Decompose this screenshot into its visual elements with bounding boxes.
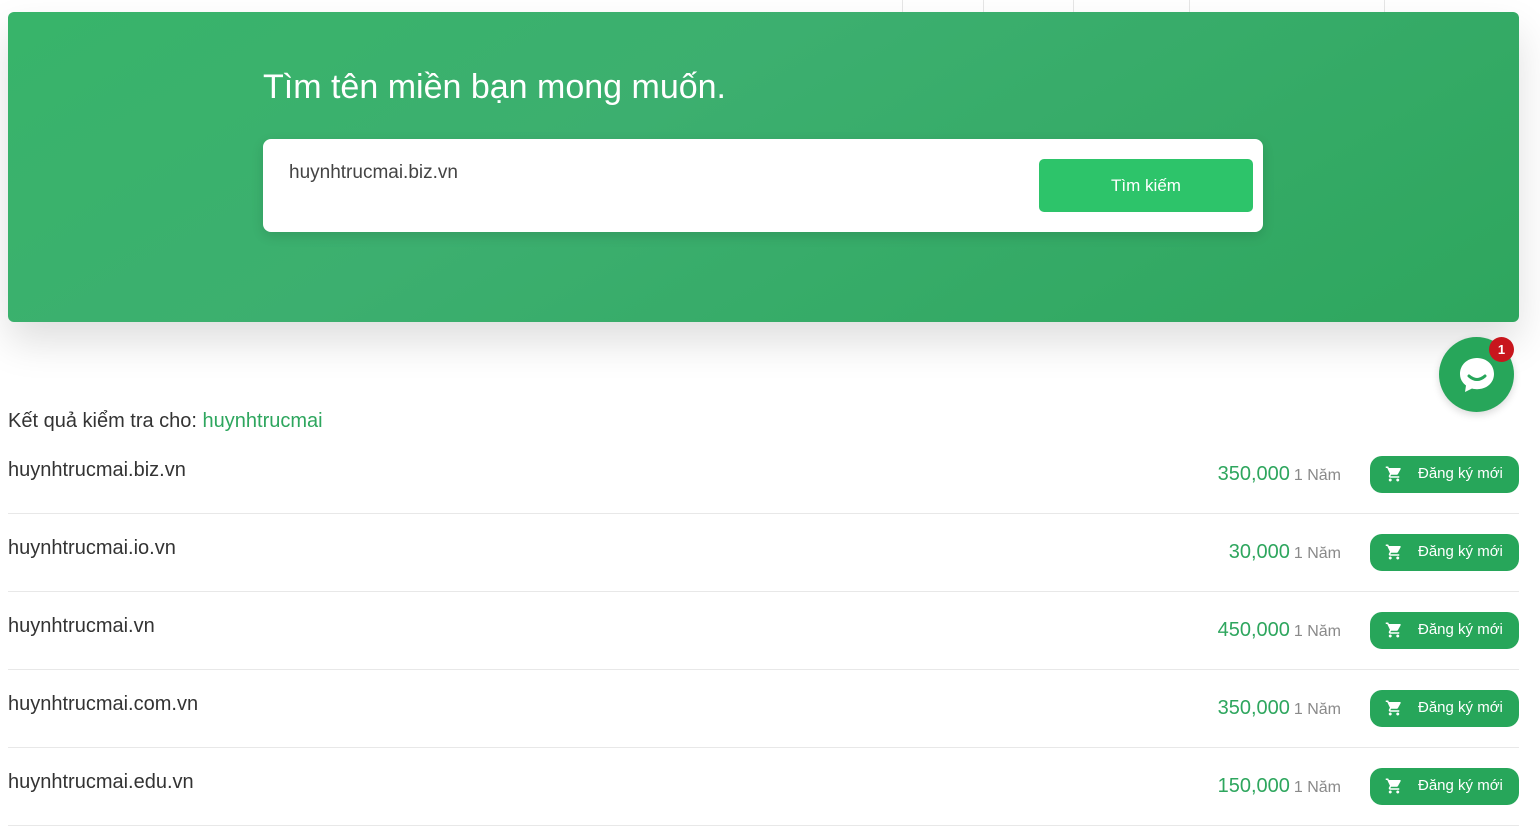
domain-search-hero: Tìm tên miền bạn mong muốn. Tìm kiếm — [8, 12, 1519, 322]
domain-price: 350,000 — [1217, 463, 1290, 485]
price-group: 150,000 1 Năm — [1218, 775, 1341, 798]
register-button-label: Đăng ký mới — [1418, 777, 1503, 794]
chat-notification-badge: 1 — [1489, 337, 1514, 362]
domain-price: 150,000 — [1217, 775, 1290, 797]
register-button[interactable]: Đăng ký mới — [1370, 612, 1519, 649]
domain-name: huynhtrucmai.io.vn — [8, 537, 176, 559]
domain-result-row: huynhtrucmai.io.vn 30,000 1 Năm Đăng ký m… — [8, 514, 1519, 592]
domain-price: 350,000 — [1217, 697, 1290, 719]
domain-result-row: huynhtrucmai.vn 450,000 1 Năm Đăng ký mới — [8, 592, 1519, 670]
search-button[interactable]: Tìm kiếm — [1039, 159, 1253, 212]
shopping-cart-icon — [1385, 622, 1401, 638]
chat-widget-button[interactable]: 1 — [1439, 337, 1514, 412]
domain-result-row: huynhtrucmai.edu.vn 150,000 1 Năm Đăng ký… — [8, 748, 1519, 826]
register-button-label: Đăng ký mới — [1418, 699, 1503, 716]
price-group: 350,000 1 Năm — [1218, 697, 1341, 720]
registration-period: 1 Năm — [1293, 623, 1341, 640]
registration-period: 1 Năm — [1293, 545, 1341, 562]
results-search-term: huynhtrucmai — [202, 410, 323, 432]
domain-price: 30,000 — [1228, 541, 1290, 563]
domain-result-row: huynhtrucmai.biz.vn 350,000 1 Năm Đăng ký… — [8, 436, 1519, 514]
domain-price: 450,000 — [1217, 619, 1290, 641]
domain-name: huynhtrucmai.edu.vn — [8, 771, 194, 793]
results-heading: Kết quả kiểm tra cho: huynhtrucmai — [8, 410, 323, 433]
register-button[interactable]: Đăng ký mới — [1370, 456, 1519, 493]
domain-result-row: huynhtrucmai.com.vn 350,000 1 Năm Đăng ký… — [8, 670, 1519, 748]
search-box: Tìm kiếm — [263, 139, 1263, 232]
registration-period: 1 Năm — [1293, 467, 1341, 484]
shopping-cart-icon — [1385, 466, 1401, 482]
domain-name: huynhtrucmai.vn — [8, 615, 155, 637]
top-divider-lines — [0, 0, 1540, 12]
register-button[interactable]: Đăng ký mới — [1370, 534, 1519, 571]
domain-search-input[interactable] — [289, 161, 1009, 185]
price-group: 30,000 1 Năm — [1229, 541, 1341, 564]
register-button-label: Đăng ký mới — [1418, 543, 1503, 560]
domain-name: huynhtrucmai.com.vn — [8, 693, 199, 715]
register-button-label: Đăng ký mới — [1418, 465, 1503, 482]
price-group: 350,000 1 Năm — [1218, 463, 1341, 486]
domain-name: huynhtrucmai.biz.vn — [8, 459, 186, 481]
shopping-cart-icon — [1385, 544, 1401, 560]
domain-result-list: huynhtrucmai.biz.vn 350,000 1 Năm Đăng ký… — [8, 436, 1519, 826]
price-group: 450,000 1 Năm — [1218, 619, 1341, 642]
register-button[interactable]: Đăng ký mới — [1370, 690, 1519, 727]
shopping-cart-icon — [1385, 700, 1401, 716]
shopping-cart-icon — [1385, 778, 1401, 794]
register-button[interactable]: Đăng ký mới — [1370, 768, 1519, 805]
results-heading-label: Kết quả kiểm tra cho: — [8, 410, 197, 432]
chat-bubble-icon — [1460, 358, 1494, 392]
register-button-label: Đăng ký mới — [1418, 621, 1503, 638]
registration-period: 1 Năm — [1293, 701, 1341, 718]
registration-period: 1 Năm — [1293, 779, 1341, 796]
hero-title: Tìm tên miền bạn mong muốn. — [263, 68, 727, 106]
